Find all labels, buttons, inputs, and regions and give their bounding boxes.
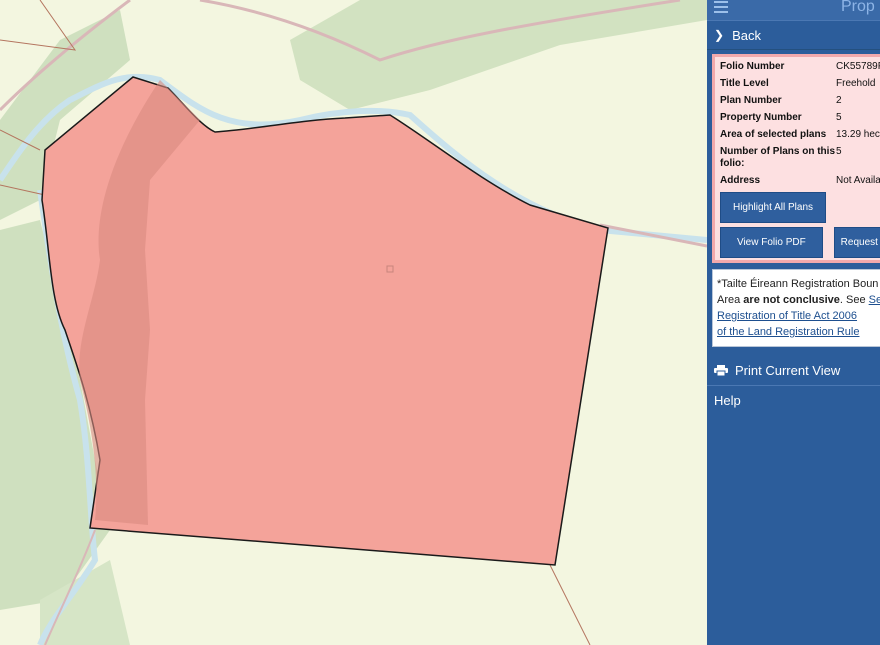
folio-value: 5: [836, 146, 842, 157]
folio-value: 13.29 hec: [836, 129, 880, 140]
registration-act-link[interactable]: Registration of Title Act 2006: [717, 310, 857, 322]
property-panel: Prop ❯ Back Folio Number CK55789F Title L…: [707, 0, 880, 645]
map-view[interactable]: [0, 0, 707, 645]
map-canvas[interactable]: [0, 0, 707, 645]
folio-details: Folio Number CK55789F Title Level Freehold…: [712, 54, 880, 263]
folio-label: Folio Number: [720, 61, 785, 72]
folio-label: Area of selected plans: [720, 129, 827, 140]
highlight-all-plans-button[interactable]: Highlight All Plans: [720, 192, 826, 223]
folio-label: Title Level: [720, 78, 769, 89]
folio-row: Address Not Availa: [720, 175, 880, 187]
view-folio-pdf-button[interactable]: View Folio PDF: [720, 227, 823, 258]
chevron-right-icon: ❯: [714, 28, 725, 42]
folio-label: Number of Plans on this folio:: [720, 146, 836, 169]
help-link[interactable]: Help: [707, 385, 880, 414]
disclaimer-line: of the Land Registration Rule: [717, 324, 880, 340]
folio-label: Property Number: [720, 112, 802, 123]
folio-value: Not Availa: [836, 175, 880, 186]
folio-row: Folio Number CK55789F: [720, 61, 880, 73]
back-button[interactable]: ❯ Back: [707, 20, 880, 50]
menu-icon[interactable]: [714, 1, 728, 13]
disclaimer-link[interactable]: Sec: [869, 294, 880, 306]
folio-label: Address: [720, 175, 761, 186]
button-row: Highlight All Plans: [720, 192, 880, 223]
back-label: Back: [732, 27, 761, 43]
button-row: View Folio PDF Request: [720, 227, 880, 258]
folio-row: Plan Number 2: [720, 95, 880, 107]
folio-value: CK55789F: [836, 61, 880, 72]
land-registration-rules-link[interactable]: of the Land Registration Rule: [717, 326, 859, 338]
printer-icon: [714, 365, 728, 376]
disclaimer-box: *Tailte Éireann Registration Boun Area a…: [712, 269, 880, 347]
disclaimer-line: Registration of Title Act 2006: [717, 308, 880, 324]
folio-row: Property Number 5: [720, 112, 880, 124]
request-button[interactable]: Request: [833, 227, 880, 258]
folio-row: Title Level Freehold: [720, 78, 880, 90]
folio-row: Number of Plans on this folio: 5: [720, 146, 880, 170]
disclaimer-line: Area are not conclusive. See Sec: [717, 292, 880, 308]
disclaimer-bold: are not conclusive: [743, 294, 840, 306]
folio-value: Freehold: [836, 78, 876, 89]
panel-topbar: Prop: [707, 0, 880, 20]
panel-title: Prop: [841, 0, 875, 15]
help-label: Help: [714, 392, 741, 408]
disclaimer-line: *Tailte Éireann Registration Boun: [717, 278, 879, 290]
folio-value: 2: [836, 95, 842, 106]
disclaimer-text: . See: [839, 294, 869, 306]
print-current-view-button[interactable]: Print Current View: [707, 356, 880, 385]
folio-row: Area of selected plans 13.29 hec: [720, 129, 880, 141]
folio-value: 5: [836, 112, 842, 123]
folio-label: Plan Number: [720, 95, 782, 106]
disclaimer-text: Area: [717, 294, 744, 306]
print-label: Print Current View: [735, 363, 841, 378]
